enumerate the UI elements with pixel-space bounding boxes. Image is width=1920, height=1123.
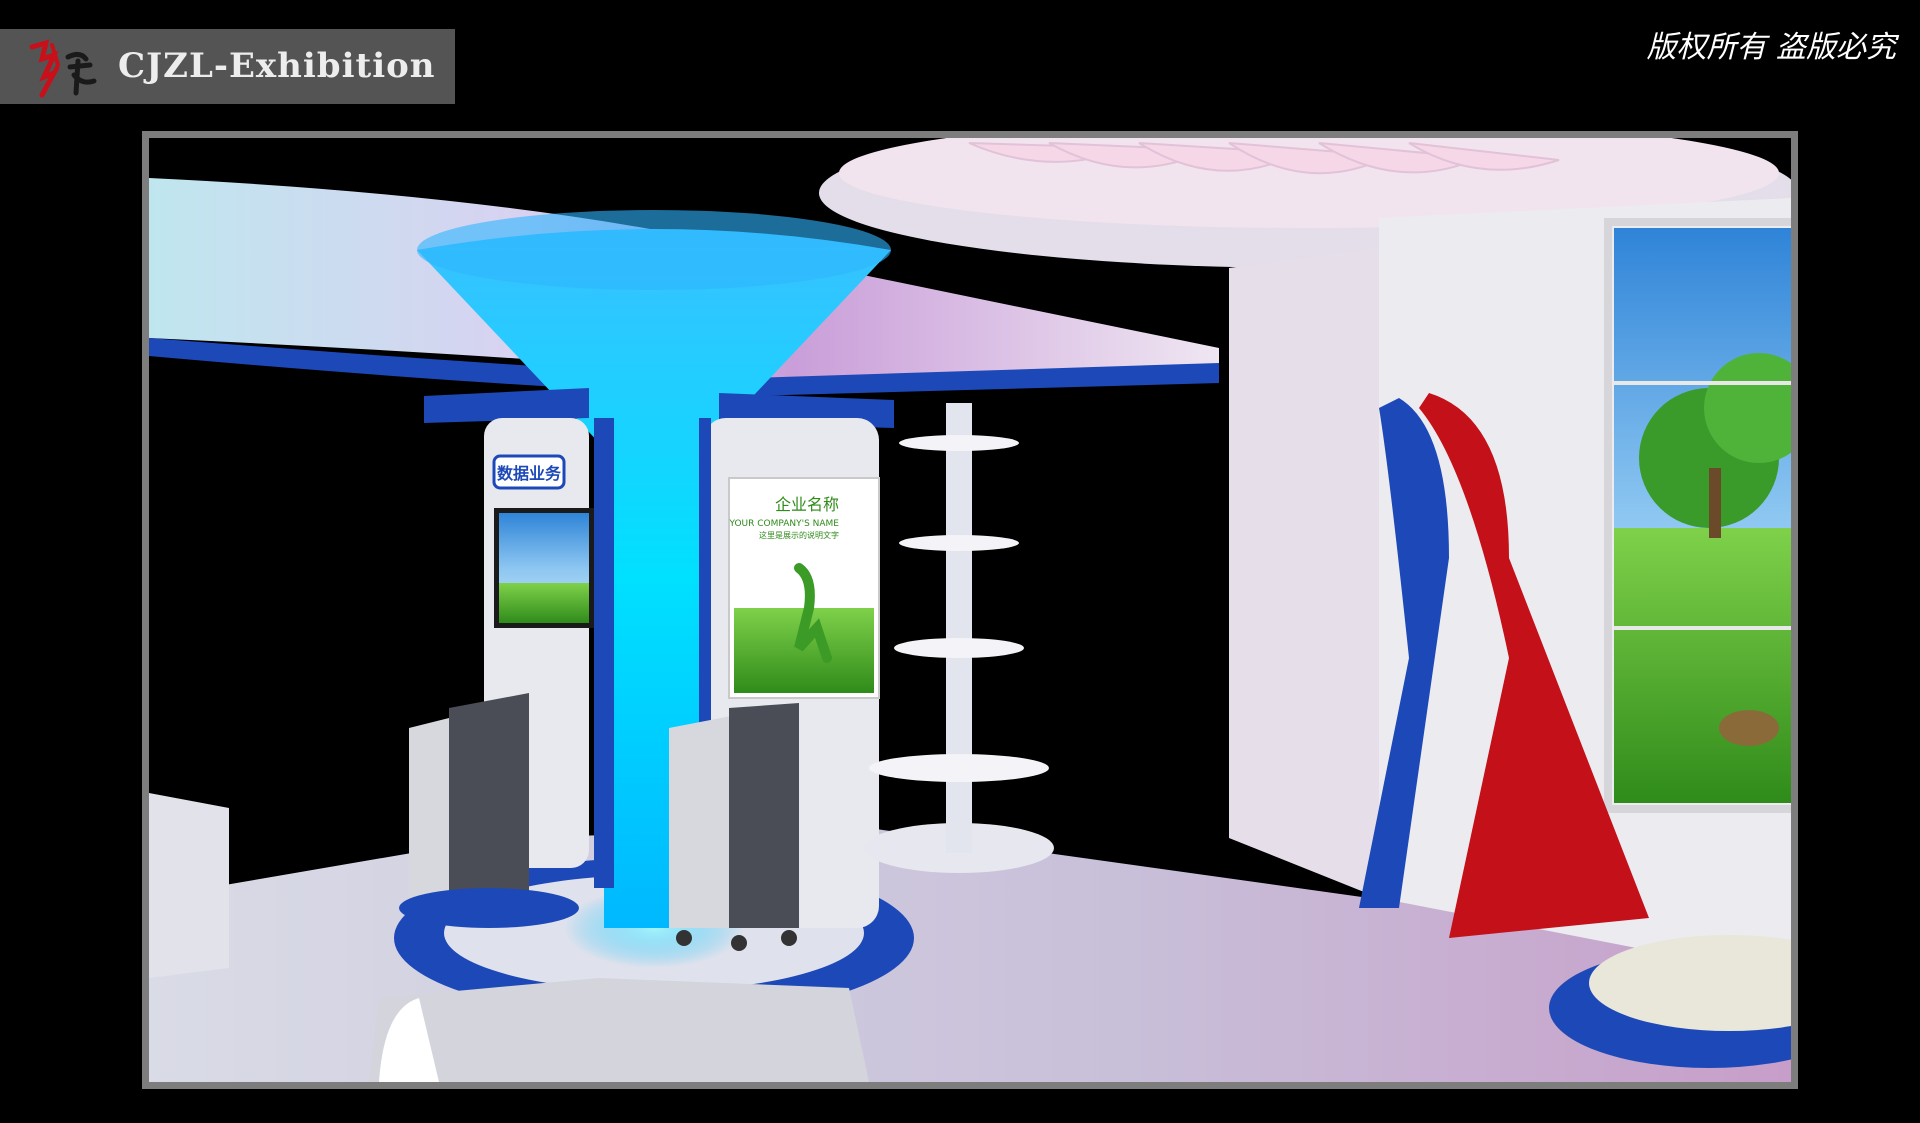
poster-caption: 这里是展示的说明文字 <box>759 530 839 540</box>
poster-subtitle: YOUR COMPANY'S NAME <box>728 519 839 529</box>
calligraphy-logo-icon <box>29 39 97 98</box>
sign-text: 数据业务 <box>497 464 562 483</box>
left-kiosk: 数据业务 <box>409 388 614 921</box>
logo-bar: CJZL-Exhibition <box>0 29 455 104</box>
logo-text: CJZL-Exhibition <box>118 46 436 86</box>
poster-title: 企业名称 <box>775 495 839 514</box>
right-kiosk: 企业名称 YOUR COMPANY'S NAME 这里是展示的说明文字 <box>669 393 894 951</box>
copyright-notice: 版权所有 盗版必究 <box>1646 30 1896 65</box>
exhibition-render: 数据业务 企业名称 YOUR COMPANY'S NAME 这里是展示的说明文字 <box>142 131 1798 1089</box>
exhibition-booth-scene: 数据业务 企业名称 YOUR COMPANY'S NAME 这里是展示的说明文字 <box>149 138 1791 1082</box>
video-wall-image <box>1604 218 1791 813</box>
display-shelf <box>864 403 1054 873</box>
